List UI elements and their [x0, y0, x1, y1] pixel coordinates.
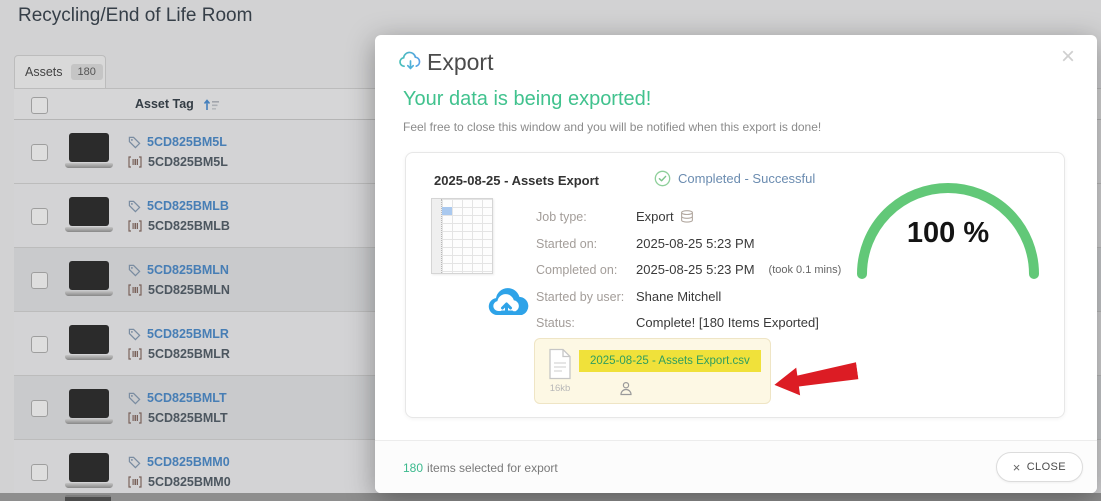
detail-value: 2025-08-25 5:23 PM	[636, 262, 755, 277]
detail-value: Complete! [180 Items Exported]	[636, 315, 819, 330]
export-status-heading: Your data is being exported!	[403, 88, 651, 111]
progress-value: 100 %	[856, 217, 1040, 250]
database-icon	[680, 210, 694, 223]
selection-summary: 180 items selected for export	[403, 461, 558, 475]
modal-footer: 180 items selected for export × CLOSE	[375, 440, 1097, 493]
file-icon: 16kb	[545, 348, 575, 394]
selection-text: items selected for export	[427, 461, 558, 475]
close-icon[interactable]: ×	[1061, 45, 1075, 69]
person-icon	[619, 381, 633, 396]
selection-count: 180	[403, 461, 423, 475]
export-modal: Export × Your data is being exported! Fe…	[375, 35, 1097, 493]
detail-job-type: Job type: Export	[536, 209, 694, 224]
close-button-x-icon: ×	[1013, 460, 1021, 475]
detail-label: Status:	[536, 316, 636, 330]
detail-completed-on: Completed on: 2025-08-25 5:23 PM (took 0…	[536, 262, 841, 277]
job-title: 2025-08-25 - Assets Export	[434, 173, 599, 188]
detail-value: 2025-08-25 5:23 PM	[636, 236, 755, 251]
detail-label: Job type:	[536, 210, 636, 224]
export-status-subheading: Feel free to close this window and you w…	[403, 120, 821, 134]
close-button-label: CLOSE	[1027, 461, 1066, 473]
cloud-upload-icon	[484, 281, 536, 319]
detail-label: Started on:	[536, 237, 636, 251]
job-status-text: Completed - Successful	[678, 171, 815, 186]
red-annotation-arrow	[772, 357, 860, 400]
spreadsheet-icon	[431, 198, 493, 274]
job-status-badge: Completed - Successful	[654, 170, 815, 187]
check-circle-icon	[654, 170, 671, 187]
detail-started-on: Started on: 2025-08-25 5:23 PM	[536, 236, 755, 251]
export-job-card: 2025-08-25 - Assets Export Completed - S…	[405, 152, 1065, 418]
app-root: Recycling/End of Life Room Assets 180 As…	[0, 0, 1101, 501]
file-size: 16kb	[545, 383, 575, 394]
export-file-attachment[interactable]: 16kb 2025-08-25 - Assets Export.csv	[534, 338, 771, 404]
export-file-link[interactable]: 2025-08-25 - Assets Export.csv	[579, 350, 761, 372]
detail-value: Shane Mitchell	[636, 289, 721, 304]
detail-label: Completed on:	[536, 263, 636, 277]
detail-label: Started by user:	[536, 290, 636, 304]
close-button[interactable]: × CLOSE	[996, 452, 1083, 482]
detail-started-by: Started by user: Shane Mitchell	[536, 289, 721, 304]
modal-title: Export	[427, 49, 493, 76]
detail-value: Export	[636, 209, 674, 224]
duration-note: (took 0.1 mins)	[769, 264, 842, 276]
detail-status: Status: Complete! [180 Items Exported]	[536, 315, 819, 330]
cloud-download-icon	[397, 48, 424, 75]
